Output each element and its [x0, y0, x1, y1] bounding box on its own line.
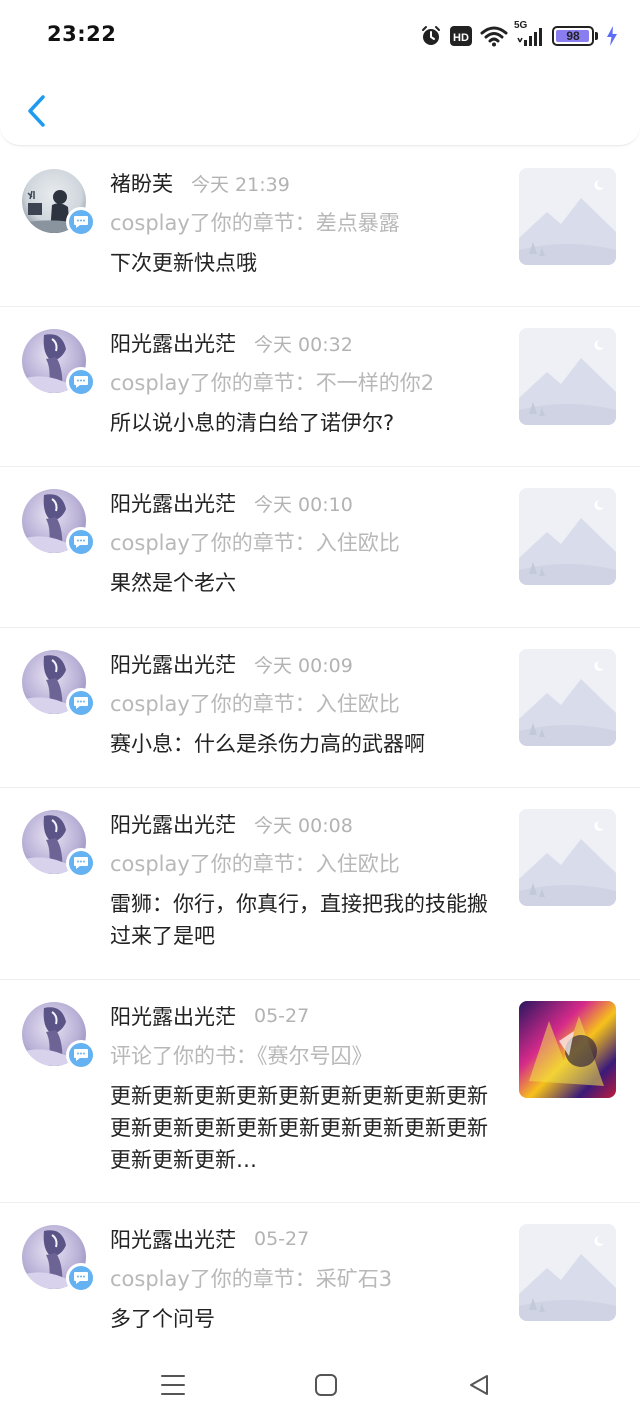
chevron-left-icon [28, 95, 45, 127]
system-nav-bar [0, 1352, 640, 1422]
user-name[interactable]: 阳光露出光茫 [110, 1224, 236, 1254]
name-row: 阳光露出光茫 05-27 [110, 1223, 490, 1255]
notification-action: cosplay了你的章节：不一样的你2 [110, 371, 435, 395]
notification-action: cosplay了你的章节：采矿石3 [110, 1267, 393, 1291]
notification-list: 褚盼芙 今天 21:39 cosplay了你的章节：差点暴露 下次更新快点哦阳光露出光… [0, 147, 640, 1363]
charging-icon [606, 26, 618, 46]
top-header: 23:22 HD 5G 98 [0, 0, 640, 146]
battery-icon: 98 [552, 26, 594, 46]
notification-action: cosplay了你的章节：差点暴露 [110, 211, 400, 235]
status-time: 23:22 [47, 22, 117, 46]
user-name[interactable]: 阳光露出光茫 [110, 649, 236, 679]
comment-badge-icon [66, 367, 96, 397]
notification-content: 褚盼芙 今天 21:39 cosplay了你的章节：差点暴露 下次更新快点哦 [110, 167, 490, 279]
notification-time: 05-27 [254, 1228, 310, 1250]
notification-item[interactable]: 阳光露出光茫 05-27 评论了你的书：《赛尔号囚》更新更新更新更新更新更新更新更新… [0, 980, 640, 1203]
menu-icon [161, 1375, 185, 1395]
back-nav-button[interactable] [464, 1370, 494, 1400]
user-name[interactable]: 阳光露出光茫 [110, 488, 236, 518]
user-name[interactable]: 阳光露出光茫 [110, 809, 236, 839]
comment-text: 果然是个老六 [110, 571, 236, 595]
comment-text: 下次更新快点哦 [110, 251, 257, 275]
notification-time: 05-27 [254, 1005, 310, 1027]
status-icons: HD 5G 98 [420, 20, 618, 50]
comment-badge-icon [66, 1263, 96, 1293]
chapter-thumbnail-placeholder[interactable] [519, 809, 616, 906]
notification-item[interactable]: 阳光露出光茫 今天 00:10 cosplay了你的章节：入住欧比 果然是个老六 [0, 467, 640, 628]
comment-badge-icon [66, 848, 96, 878]
notification-action: cosplay了你的章节：入住欧比 [110, 692, 400, 716]
notification-content: 阳光露出光茫 05-27 cosplay了你的章节：采矿石3 多了个问号 [110, 1223, 490, 1335]
chapter-thumbnail-placeholder[interactable] [519, 168, 616, 265]
notification-action: cosplay了你的章节：入住欧比 [110, 531, 400, 555]
comment-text: 更新更新更新更新更新更新更新更新更新更新更新更新更新更新更新更新更新更新更新更新… [110, 1084, 488, 1172]
notification-action: cosplay了你的章节：入住欧比 [110, 852, 400, 876]
chapter-thumbnail-placeholder[interactable] [519, 488, 616, 585]
chapter-thumbnail-placeholder[interactable] [519, 1224, 616, 1321]
menu-button[interactable] [158, 1370, 188, 1400]
notification-item[interactable]: 褚盼芙 今天 21:39 cosplay了你的章节：差点暴露 下次更新快点哦 [0, 147, 640, 307]
name-row: 阳光露出光茫 今天 00:08 [110, 808, 490, 840]
book-cover-thumbnail[interactable] [519, 1001, 616, 1098]
comment-badge-icon [66, 207, 96, 237]
back-button[interactable] [20, 90, 52, 132]
name-row: 阳光露出光茫 今天 00:09 [110, 648, 490, 680]
notification-time: 今天 00:32 [254, 333, 353, 356]
notification-item[interactable]: 阳光露出光茫 今天 00:08 cosplay了你的章节：入住欧比雷狮：你行，你真行… [0, 788, 640, 980]
home-button[interactable] [311, 1370, 341, 1400]
chapter-thumbnail-placeholder[interactable] [519, 649, 616, 746]
notification-content: 阳光露出光茫 今天 00:32 cosplay了你的章节：不一样的你2 所以说小息的清… [110, 327, 490, 439]
svg-text:HD: HD [453, 32, 469, 44]
wifi-icon [480, 25, 508, 47]
comment-text: 赛小息：什么是杀伤力高的武器啊 [110, 732, 425, 756]
user-name[interactable]: 阳光露出光茫 [110, 328, 236, 358]
battery-level: 98 [566, 29, 580, 43]
chapter-thumbnail-placeholder[interactable] [519, 328, 616, 425]
notification-time: 今天 00:08 [254, 814, 353, 837]
comment-badge-icon [66, 527, 96, 557]
notification-content: 阳光露出光茫 今天 00:09 cosplay了你的章节：入住欧比赛小息：什么是杀伤… [110, 648, 490, 760]
notification-content: 阳光露出光茫 今天 00:08 cosplay了你的章节：入住欧比雷狮：你行，你真行… [110, 808, 490, 952]
name-row: 褚盼芙 今天 21:39 [110, 167, 490, 199]
alarm-icon [420, 25, 442, 47]
notification-item[interactable]: 阳光露出光茫 今天 00:32 cosplay了你的章节：不一样的你2 所以说小息的清… [0, 307, 640, 467]
notification-content: 阳光露出光茫 今天 00:10 cosplay了你的章节：入住欧比 果然是个老六 [110, 487, 490, 599]
status-bar: 23:22 HD 5G 98 [0, 0, 640, 74]
comment-text: 所以说小息的清白给了诺伊尔? [110, 411, 395, 435]
user-name[interactable]: 阳光露出光茫 [110, 1001, 236, 1031]
signal-icon: 5G [514, 20, 544, 48]
comment-text: 多了个问号 [110, 1307, 215, 1331]
home-square-icon [315, 1374, 337, 1396]
name-row: 阳光露出光茫 05-27 [110, 1000, 490, 1032]
comment-badge-icon [66, 1040, 96, 1070]
notification-time: 今天 21:39 [191, 173, 290, 196]
notification-content: 阳光露出光茫 05-27 评论了你的书：《赛尔号囚》更新更新更新更新更新更新更新更新… [110, 1000, 490, 1176]
comment-text: 雷狮：你行，你真行，直接把我的技能搬过来了是吧 [110, 892, 488, 948]
hd-icon: HD [450, 26, 472, 46]
notification-time: 今天 00:09 [254, 654, 353, 677]
network-label: 5G [514, 20, 528, 31]
notification-action: 评论了你的书：《赛尔号囚》 [110, 1044, 373, 1068]
notification-item[interactable]: 阳光露出光茫 今天 00:09 cosplay了你的章节：入住欧比赛小息：什么是杀伤… [0, 628, 640, 788]
back-triangle-icon [470, 1375, 488, 1395]
name-row: 阳光露出光茫 今天 00:10 [110, 487, 490, 519]
notification-item[interactable]: 阳光露出光茫 05-27 cosplay了你的章节：采矿石3 多了个问号 [0, 1203, 640, 1363]
user-name[interactable]: 褚盼芙 [110, 168, 173, 198]
comment-badge-icon [66, 688, 96, 718]
name-row: 阳光露出光茫 今天 00:32 [110, 327, 490, 359]
notification-time: 今天 00:10 [254, 493, 353, 516]
